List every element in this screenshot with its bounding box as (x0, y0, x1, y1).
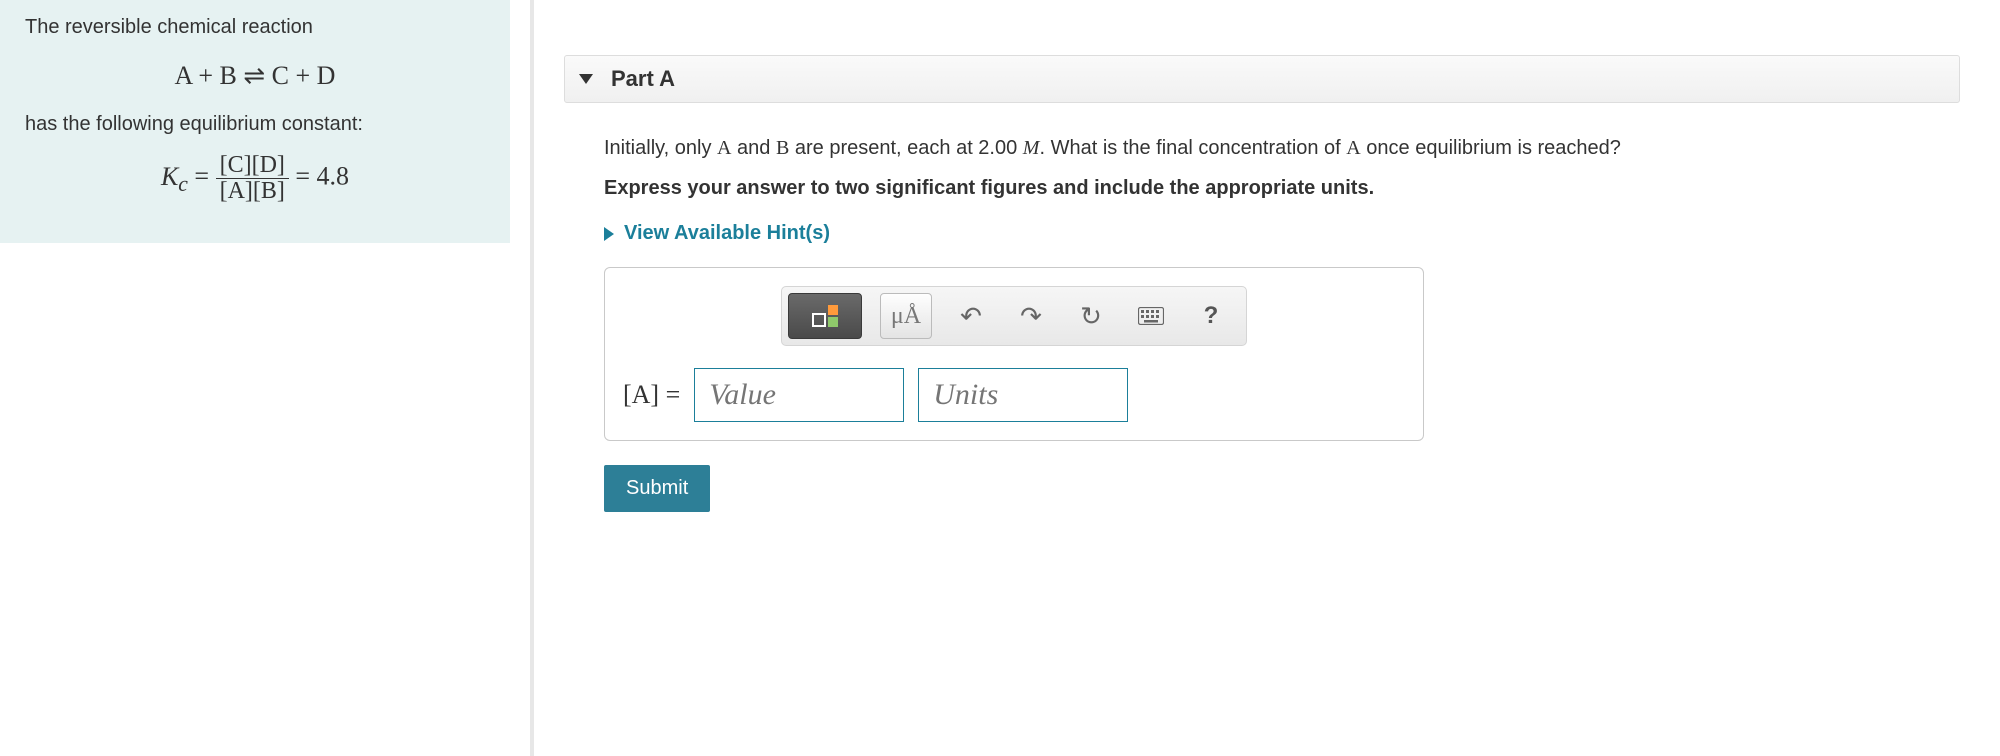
redo-button[interactable]: ↷ (1010, 295, 1052, 337)
question-text: Initially, only A and B are present, eac… (604, 133, 1960, 163)
kc-value: = 4.8 (289, 162, 349, 191)
kc-expression: Kc = [C][D][A][B] = 4.8 (25, 153, 485, 204)
view-hints-link[interactable]: View Available Hint(s) (604, 222, 830, 245)
problem-intro: The reversible chemical reaction (25, 12, 485, 42)
special-chars-button[interactable]: μÅ (880, 293, 932, 339)
template-icon (812, 305, 838, 327)
collapse-icon (579, 74, 593, 84)
vertical-divider (530, 0, 534, 756)
kc-fraction: [C][D][A][B] (216, 153, 289, 204)
submit-button[interactable]: Submit (604, 465, 710, 512)
expand-icon (604, 227, 614, 241)
part-a-header[interactable]: Part A (564, 55, 1960, 103)
kc-intro: has the following equilibrium constant: (25, 109, 485, 139)
answer-row: [A] = (623, 368, 1405, 422)
kc-symbol: K (161, 162, 178, 191)
undo-button[interactable]: ↶ (950, 295, 992, 337)
answer-label: [A] = (623, 380, 680, 410)
keyboard-button[interactable] (1130, 295, 1172, 337)
problem-statement: The reversible chemical reaction A + B ⇌… (0, 0, 510, 243)
keyboard-icon (1138, 307, 1164, 325)
template-button[interactable] (788, 293, 862, 339)
answer-instruction: Express your answer to two significant f… (604, 177, 1960, 200)
reaction-equation: A + B ⇌ C + D (25, 56, 485, 95)
input-toolbar: μÅ ↶ ↷ ↻ ? (781, 286, 1247, 346)
reset-button[interactable]: ↻ (1070, 295, 1112, 337)
value-input[interactable] (694, 368, 904, 422)
part-title: Part A (611, 66, 675, 92)
hints-label: View Available Hint(s) (624, 222, 830, 245)
kc-subscript: c (178, 172, 188, 196)
answer-container: μÅ ↶ ↷ ↻ ? [A] = (604, 267, 1424, 441)
units-input[interactable] (918, 368, 1128, 422)
help-button[interactable]: ? (1190, 295, 1232, 337)
